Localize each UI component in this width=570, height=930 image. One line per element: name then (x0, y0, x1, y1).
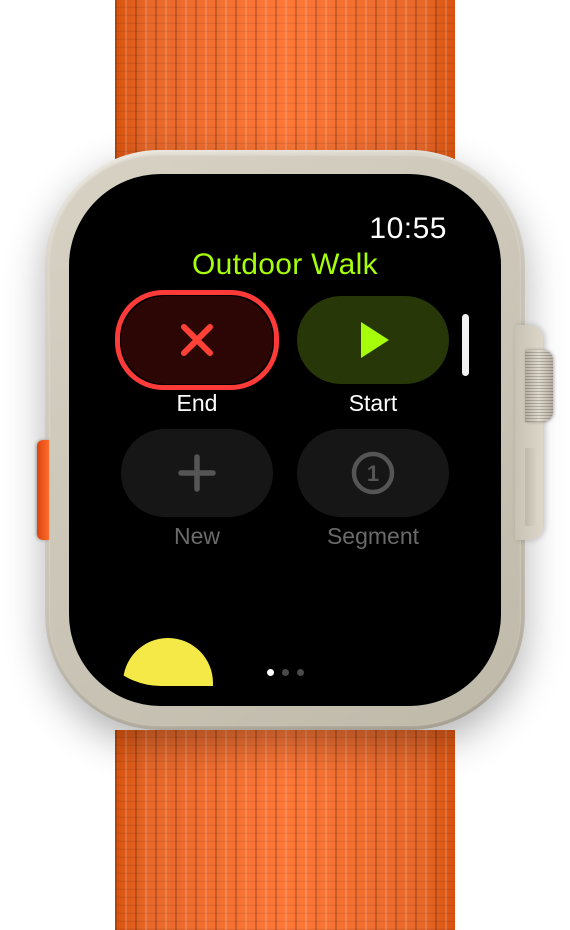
action-button[interactable] (37, 440, 49, 540)
close-icon (175, 318, 219, 362)
watch-band-bottom (115, 730, 455, 930)
page-dot-1[interactable] (267, 669, 274, 676)
display: 10:55 Outdoor Walk End (89, 194, 481, 686)
screen-bezel: 10:55 Outdoor Walk End (69, 174, 501, 706)
start-button[interactable] (297, 296, 449, 384)
new-button[interactable] (121, 429, 273, 517)
watch-case: 10:55 Outdoor Walk End (45, 150, 525, 730)
end-cell: End (117, 296, 277, 417)
side-button[interactable] (525, 448, 539, 526)
plus-icon (175, 451, 219, 495)
page-indicator (89, 669, 481, 676)
start-label: Start (349, 390, 398, 417)
status-bar: 10:55 (89, 194, 481, 246)
end-label: End (177, 390, 218, 417)
segment-button[interactable]: 1 (297, 429, 449, 517)
play-icon (353, 318, 393, 362)
peek-element[interactable] (123, 638, 213, 686)
digital-crown[interactable] (525, 350, 553, 422)
page-dot-2[interactable] (282, 669, 289, 676)
segment-cell: 1 Segment (293, 429, 453, 550)
new-cell: New (117, 429, 277, 550)
segment-label: Segment (327, 523, 419, 550)
action-grid: End Start New (89, 282, 481, 550)
new-label: New (174, 523, 220, 550)
svg-text:1: 1 (367, 461, 379, 486)
end-button[interactable] (121, 296, 273, 384)
start-cell: Start (293, 296, 453, 417)
page-dot-3[interactable] (297, 669, 304, 676)
workout-title: Outdoor Walk (89, 248, 481, 282)
time: 10:55 (369, 212, 447, 246)
segment-icon: 1 (350, 450, 396, 496)
scroll-indicator[interactable] (462, 314, 469, 376)
